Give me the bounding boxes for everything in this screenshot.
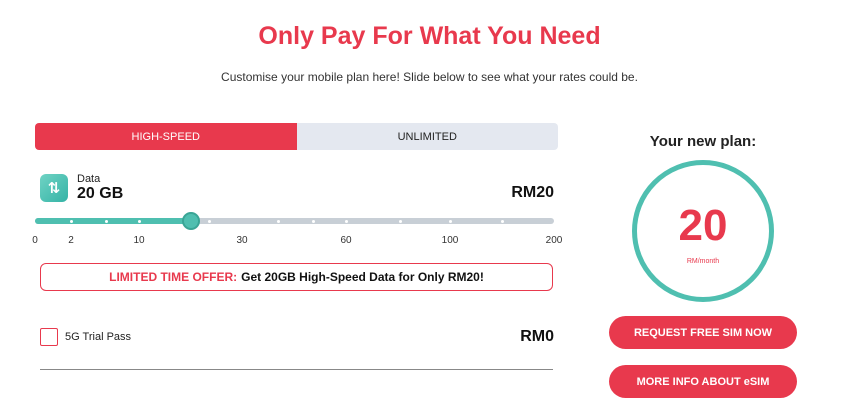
slider-tick: 2 — [68, 235, 74, 246]
slider-tick: 0 — [32, 235, 38, 246]
trial-pass-price: RM0 — [520, 328, 554, 345]
slider-tick: 60 — [340, 235, 352, 246]
data-label: Data — [77, 173, 101, 185]
slider-fill — [35, 218, 191, 224]
tab-unlimited[interactable]: UNLIMITED — [296, 123, 558, 150]
page-subtitle: Customise your mobile plan here! Slide b… — [221, 70, 638, 84]
data-slider[interactable] — [35, 212, 554, 230]
plan-summary-heading: Your new plan: — [649, 133, 757, 150]
divider — [40, 369, 553, 370]
slider-step-dot — [500, 219, 504, 223]
slider-tick: 100 — [441, 235, 459, 246]
plan-type-tabs: HIGH-SPEED UNLIMITED — [35, 123, 558, 150]
slider-tick: 200 — [545, 235, 563, 246]
tab-high-speed[interactable]: HIGH-SPEED — [35, 123, 297, 150]
slider-step-dot — [276, 219, 280, 223]
offer-highlight: LIMITED TIME OFFER: — [109, 270, 238, 284]
slider-thumb[interactable] — [181, 212, 200, 230]
slider-step-dot — [398, 219, 402, 223]
slider-step-dot — [311, 219, 315, 223]
page-title: Only Pay For What You Need — [258, 22, 601, 50]
slider-step-dot — [69, 219, 73, 223]
data-price: RM20 — [511, 184, 554, 201]
slider-tick: 10 — [133, 235, 145, 246]
slider-step-dot — [344, 219, 348, 223]
offer-text: Get 20GB High-Speed Data for Only RM20! — [241, 270, 484, 284]
slider-step-dot — [207, 219, 211, 223]
request-free-sim-button[interactable]: REQUEST FREE SIM NOW — [609, 316, 797, 349]
data-amount: 20 GB — [77, 185, 124, 202]
plan-price-amount: 20 — [678, 201, 728, 250]
plan-price-unit: RM/month — [686, 258, 720, 265]
trial-pass-label: 5G Trial Pass — [65, 331, 132, 343]
slider-step-dot — [448, 219, 452, 223]
slider-tick: 30 — [236, 235, 248, 246]
trial-pass-checkbox[interactable] — [40, 328, 58, 346]
slider-step-dot — [137, 219, 141, 223]
slider-step-dot — [104, 219, 108, 223]
limited-offer-banner: LIMITED TIME OFFER: Get 20GB High-Speed … — [40, 263, 553, 291]
esim-info-button[interactable]: MORE INFO ABOUT eSIM — [609, 365, 797, 398]
data-arrows-icon: ⇅ — [40, 174, 68, 202]
